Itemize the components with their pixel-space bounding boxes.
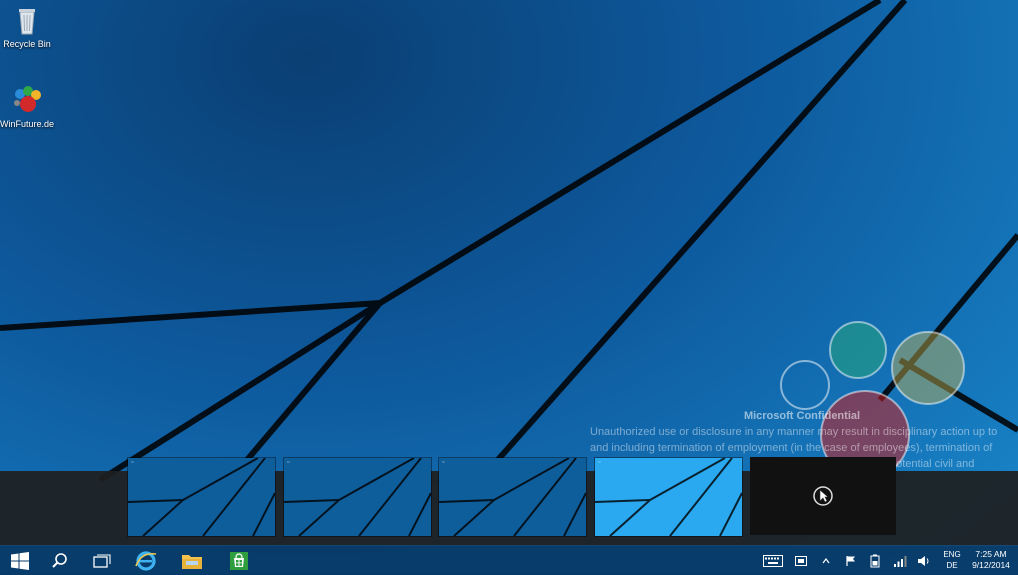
taskbar: ENG DE 7:25 AM 9/12/2014 — [0, 545, 1018, 575]
thumbnail-label-4: ▫ — [598, 459, 601, 466]
keyboard-icon — [763, 554, 783, 567]
volume-button[interactable] — [913, 546, 935, 575]
folder-icon — [182, 554, 202, 569]
battery-power-button[interactable] — [864, 546, 886, 575]
speaker-icon — [918, 555, 929, 566]
store-icon — [230, 551, 248, 570]
task-view-strip: ▫ ▫ ▫ ▫ — [0, 457, 1018, 545]
thumbnail-label-1: ▫ — [131, 459, 134, 466]
keyboard-layout-code: DE — [946, 561, 958, 570]
internet-explorer-icon — [135, 550, 157, 571]
chevron-up-icon — [822, 557, 830, 563]
power-icon — [870, 554, 880, 567]
winfuture-icon — [14, 86, 41, 112]
confidential-line-2: and including termination of employment … — [590, 442, 993, 454]
flag-icon — [846, 555, 855, 566]
windows-logo-icon — [11, 551, 29, 570]
window-thumbnail-1[interactable]: ▫ — [127, 457, 276, 537]
confidential-line-1: Unauthorized use or disclosure in any ma… — [590, 426, 998, 438]
signal-bars-icon — [894, 555, 907, 567]
network-button[interactable] — [889, 546, 911, 575]
action-center-button[interactable] — [790, 546, 812, 575]
recycle-bin-icon — [19, 9, 35, 35]
window-thumbnail-5-empty[interactable] — [750, 457, 896, 535]
message-icon — [795, 555, 807, 566]
thumbnail-label-3: ▫ — [442, 459, 445, 466]
clock[interactable]: 7:25 AM 9/12/2014 — [966, 549, 1016, 571]
window-thumbnail-4-active[interactable]: ▫ — [594, 457, 743, 537]
thumbnail-wallpaper — [439, 458, 586, 536]
thumbnail-label-2: ▫ — [287, 459, 290, 466]
language-code: ENG — [943, 550, 961, 559]
task-view-button[interactable] — [82, 546, 122, 575]
store-button[interactable] — [219, 546, 259, 575]
start-button[interactable] — [0, 546, 40, 575]
thumbnail-wallpaper — [128, 458, 275, 536]
search-icon — [52, 552, 67, 568]
file-explorer-button[interactable] — [172, 546, 212, 575]
winfuture-label: WinFuture.de — [0, 119, 55, 129]
input-language-indicator[interactable]: ENG DE — [938, 549, 966, 571]
recycle-bin-shortcut[interactable]: Recycle Bin — [0, 4, 55, 49]
clock-time: 7:25 AM — [975, 549, 1007, 559]
thumbnail-wallpaper — [284, 458, 431, 536]
cursor-icon — [813, 486, 833, 506]
confidential-title: Microsoft Confidential — [743, 410, 861, 422]
window-thumbnail-2[interactable]: ▫ — [283, 457, 432, 537]
task-view-icon — [93, 553, 111, 568]
search-button[interactable] — [40, 546, 80, 575]
winfuture-shortcut[interactable]: WinFuture.de — [0, 84, 55, 129]
show-hidden-icons-button[interactable] — [816, 546, 836, 575]
thumbnail-wallpaper — [595, 458, 742, 536]
internet-explorer-button[interactable] — [126, 546, 166, 575]
window-thumbnail-3[interactable]: ▫ — [438, 457, 587, 537]
clock-date: 9/12/2014 — [972, 560, 1010, 570]
notifications-flag-button[interactable] — [840, 546, 862, 575]
recycle-bin-label: Recycle Bin — [3, 39, 51, 49]
touch-keyboard-button[interactable] — [760, 546, 786, 575]
